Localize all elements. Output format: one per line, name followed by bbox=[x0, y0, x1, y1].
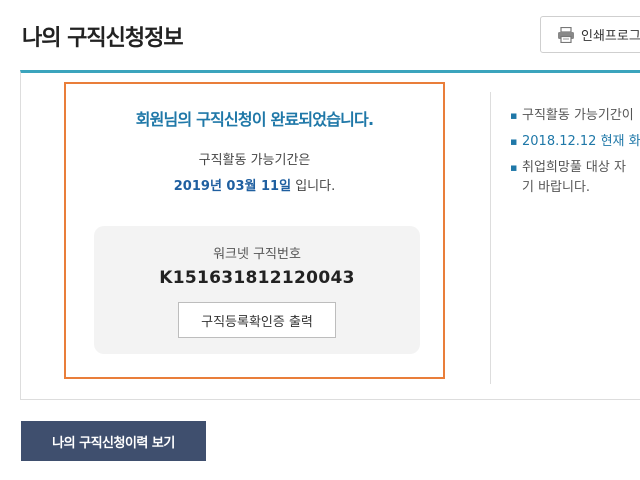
printer-icon bbox=[557, 26, 575, 43]
worknet-number-box: 워크넷 구직번호 K151631812120043 구직등록확인증 출력 bbox=[94, 226, 420, 354]
registration-certificate-print-button[interactable]: 구직등록확인증 출력 bbox=[178, 302, 336, 338]
print-button[interactable]: 인쇄프로그 bbox=[540, 16, 640, 53]
notice-item: ▪ 취업희망풀 대상 자 기 바랍니다. bbox=[510, 158, 640, 198]
period-suffix: 입니다. bbox=[291, 179, 336, 194]
vertical-divider bbox=[490, 92, 491, 384]
registration-complete-panel: 회원님의 구직신청이 완료되었습니다. 구직활동 가능기간은 2019년 03월… bbox=[64, 82, 445, 379]
period-label: 구직활동 가능기간은 bbox=[198, 153, 311, 168]
period-date: 2019년 03월 11일 bbox=[173, 179, 292, 194]
complete-message: 회원님의 구직신청이 완료되었습니다. bbox=[135, 110, 374, 129]
notice-text: 구직활동 가능기간이 bbox=[522, 108, 634, 123]
print-button-label: 인쇄프로그 bbox=[581, 29, 640, 44]
notice-text-continued: 기 바랍니다. bbox=[522, 180, 591, 195]
notice-list: ▪ 구직활동 가능기간이 ▪ 2018.12.12 현재 화 ▪ 취업희망풀 대… bbox=[510, 106, 640, 204]
worknet-number: K151631812120043 bbox=[159, 268, 355, 288]
period-line: 2019년 03월 11일 입니다. bbox=[66, 175, 443, 194]
bullet-icon: ▪ bbox=[510, 109, 518, 122]
bullet-icon: ▪ bbox=[510, 135, 518, 148]
notice-text: 취업희망풀 대상 자 bbox=[522, 160, 626, 175]
notice-item: ▪ 구직활동 가능기간이 bbox=[510, 106, 640, 126]
worknet-number-label: 워크넷 구직번호 bbox=[213, 247, 301, 262]
page-title: 나의 구직신청정보 bbox=[22, 26, 184, 51]
application-history-button[interactable]: 나의 구직신청이력 보기 bbox=[21, 421, 206, 461]
notice-item: ▪ 2018.12.12 현재 화 bbox=[510, 132, 640, 152]
bullet-icon: ▪ bbox=[510, 161, 518, 174]
notice-text: 2018.12.12 현재 화 bbox=[522, 134, 640, 149]
